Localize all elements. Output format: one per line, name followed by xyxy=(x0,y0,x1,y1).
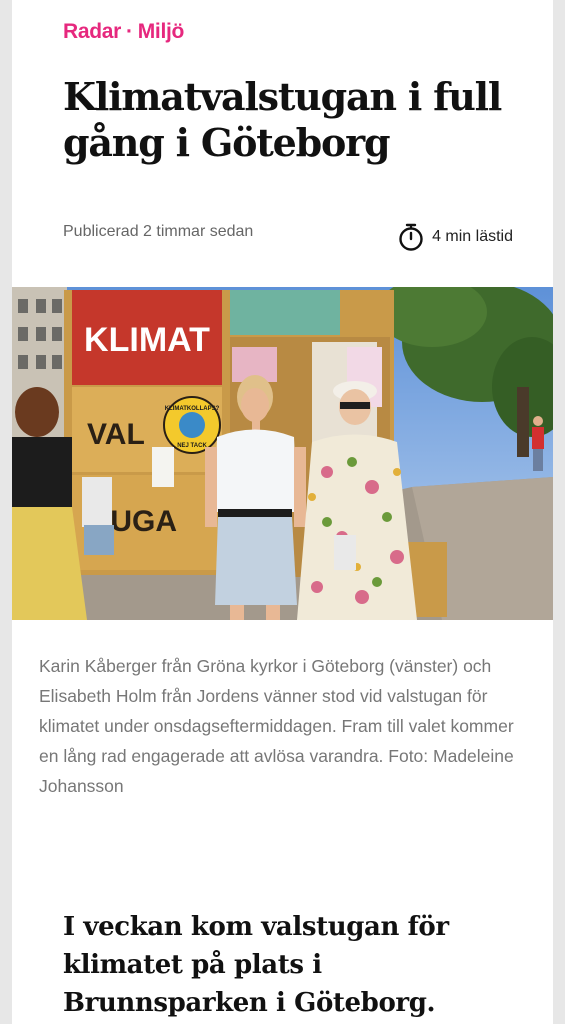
badge-text-top: KLIMATKOLLAPS? xyxy=(165,406,220,412)
article-lead: I veckan kom valstugan för klimatet på p… xyxy=(63,912,449,1018)
hut-sign-val: VAL xyxy=(87,418,145,451)
section-label[interactable]: Radar xyxy=(63,20,121,43)
hut-sign-klimat: KLIMAT xyxy=(84,321,210,359)
kicker-separator: · xyxy=(126,20,133,43)
stopwatch-icon xyxy=(398,223,424,251)
category-label[interactable]: Miljö xyxy=(138,20,185,43)
read-time: 4 min lästid xyxy=(398,223,513,251)
read-time-label: 4 min lästid xyxy=(432,228,513,245)
article-page: Radar · Miljö Klimatvalstugan i full gång … xyxy=(12,0,553,1024)
badge-text-bottom: NEJ TACK xyxy=(177,443,207,449)
article-title: Klimatvalstugan i full gång i Göteborg xyxy=(63,74,502,165)
published-time: Publicerad 2 timmar sedan xyxy=(63,223,254,240)
section-kicker[interactable]: Radar · Miljö xyxy=(63,20,184,44)
article-meta: Publicerad 2 timmar sedan 4 min lästid xyxy=(63,222,513,251)
photo-caption: Karin Kåberger från Gröna kyrkor i Göteb… xyxy=(39,656,514,796)
article-photo[interactable]: KLIMAT VAL TUGA KLIMATKOLLAPS? NEJ TACK xyxy=(12,287,553,620)
